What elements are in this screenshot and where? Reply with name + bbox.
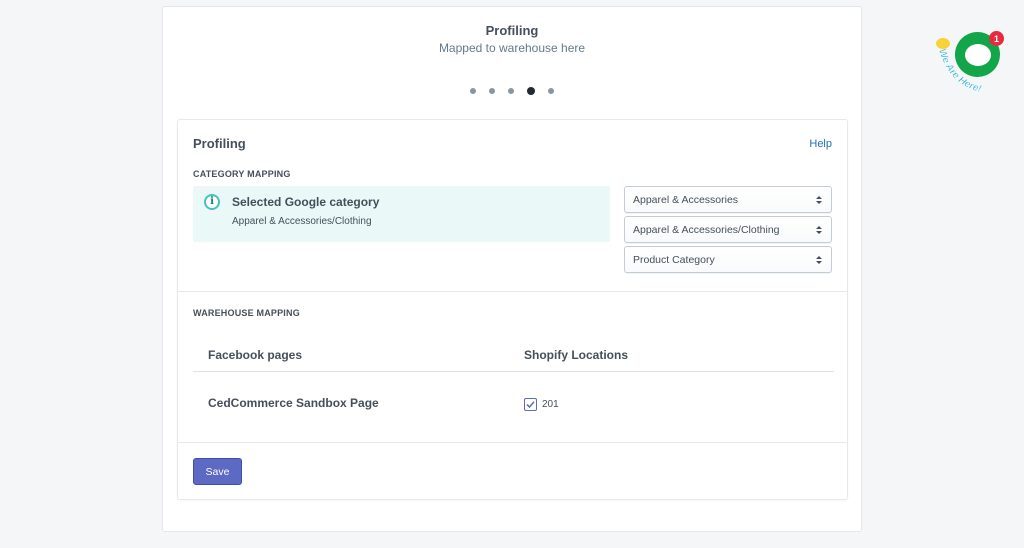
step-dot-1[interactable] <box>470 88 476 94</box>
save-button[interactable]: Save <box>193 458 242 485</box>
unread-badge: 1 <box>989 31 1004 46</box>
table-row-page-name: CedCommerce Sandbox Page <box>208 396 379 410</box>
select-arrows-icon <box>816 196 822 204</box>
info-icon: i <box>204 194 220 210</box>
step-dot-2[interactable] <box>489 88 495 94</box>
select-arrows-icon <box>816 226 822 234</box>
column-header-shopify-locations: Shopify Locations <box>524 348 629 362</box>
select-value: Product Category <box>633 253 715 266</box>
step-indicator <box>163 87 861 95</box>
chat-bubble-icon <box>964 43 991 66</box>
selected-category-banner: i Selected Google category Apparel & Acc… <box>193 186 610 242</box>
chat-widget[interactable]: We Are Here! 1 <box>933 28 1008 100</box>
step-dot-3[interactable] <box>508 88 514 94</box>
section-divider <box>178 291 847 292</box>
table-divider <box>193 371 834 372</box>
card-title: Profiling <box>193 136 246 151</box>
category-mapping-label: CATEGORY MAPPING <box>193 169 291 179</box>
checkmark-icon <box>526 401 535 409</box>
lightbulb-icon <box>936 38 950 49</box>
location-label: 201 <box>542 399 559 410</box>
onboarding-panel: Profiling Mapped to warehouse here Profi… <box>162 6 862 532</box>
step-dot-5[interactable] <box>548 88 554 94</box>
select-arrows-icon <box>816 256 822 264</box>
category-select-level-3[interactable]: Product Category <box>624 246 832 273</box>
profiling-card: Profiling Help CATEGORY MAPPING i Select… <box>177 119 848 500</box>
banner-title: Selected Google category <box>232 195 380 209</box>
page-title: Profiling <box>485 23 539 38</box>
page-subtitle: Mapped to warehouse here <box>438 41 586 55</box>
help-link[interactable]: Help <box>809 138 832 150</box>
category-select-level-2[interactable]: Apparel & Accessories/Clothing <box>624 216 832 243</box>
step-dot-4-current[interactable] <box>527 87 535 95</box>
select-value: Apparel & Accessories <box>633 193 739 206</box>
location-checkbox[interactable] <box>524 398 537 411</box>
category-select-level-1[interactable]: Apparel & Accessories <box>624 186 832 213</box>
column-header-facebook-pages: Facebook pages <box>208 348 303 362</box>
select-value: Apparel & Accessories/Clothing <box>633 223 780 236</box>
warehouse-mapping-label: WAREHOUSE MAPPING <box>193 308 300 318</box>
footer-divider <box>178 442 847 443</box>
banner-text: Apparel & Accessories/Clothing <box>232 216 372 227</box>
